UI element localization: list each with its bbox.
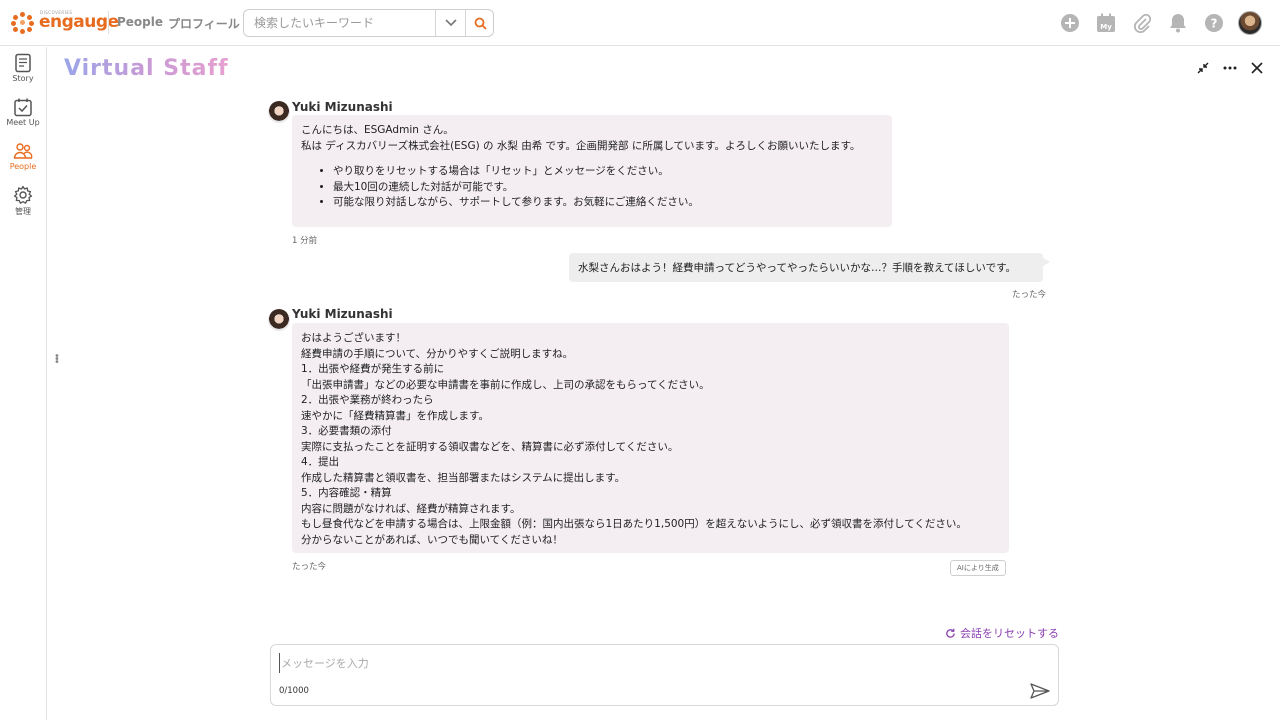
reset-conversation-label: 会話をリセットする bbox=[960, 627, 1059, 640]
header-actions: My ? bbox=[1058, 11, 1262, 35]
message-line: おはようございます！ bbox=[301, 332, 406, 344]
nav-people[interactable]: People bbox=[117, 15, 163, 29]
message-composer: 0/1000 bbox=[270, 644, 1059, 706]
help-button[interactable]: ? bbox=[1202, 11, 1226, 35]
svg-text:My: My bbox=[1100, 23, 1112, 31]
notifications-button[interactable] bbox=[1166, 11, 1190, 35]
header-divider bbox=[108, 11, 109, 34]
message-line: 3．必要書類の添付 bbox=[301, 425, 392, 437]
sidebar-item-label: Story bbox=[12, 74, 34, 83]
ai-generated-badge: AIにより生成 bbox=[950, 560, 1006, 576]
resize-handle[interactable]: • • • bbox=[54, 352, 60, 368]
close-icon bbox=[1251, 62, 1263, 74]
bot-avatar bbox=[268, 101, 290, 123]
message-bullet-list: やり取りをリセットする場合は「リセット」とメッセージをください。 最大10回の連… bbox=[333, 164, 883, 211]
plus-circle-icon bbox=[1061, 14, 1079, 32]
attachments-button[interactable] bbox=[1130, 11, 1154, 35]
message-timestamp: 1 分前 bbox=[292, 236, 318, 246]
sidebar-item-label: 管理 bbox=[15, 207, 31, 216]
bot-message-bubble: こんにちは、ESGAdmin さん。 私は ディスカバリーズ株式会社(ESG) … bbox=[292, 115, 892, 227]
svg-text:?: ? bbox=[1211, 17, 1218, 31]
refresh-icon bbox=[946, 628, 955, 638]
message-sender: Yuki Mizunashi bbox=[292, 100, 393, 114]
top-bar: DISCOVERIES engauge People プロフィール My ? bbox=[0, 0, 1280, 46]
chevron-down-icon bbox=[444, 19, 457, 27]
send-button[interactable] bbox=[1030, 683, 1050, 699]
message-line: 5．内容確認・精算 bbox=[301, 487, 392, 499]
bot-message-bubble: おはようございます！ 経費申請の手順について、分かりやすくご説明しますね。 1．… bbox=[292, 323, 1009, 553]
close-button[interactable] bbox=[1250, 60, 1264, 76]
collapse-icon bbox=[1197, 62, 1209, 74]
message-line: 実際に支払ったことを証明する領収書などを、精算書に必ず添付してください。 bbox=[301, 440, 679, 453]
message-line: 分からないことがあれば、いつでも聞いてくださいね！ bbox=[301, 533, 563, 546]
message-line: 内容に問題がなければ、経費が精算されます。 bbox=[301, 502, 521, 515]
bell-icon bbox=[1170, 14, 1186, 33]
message-sender: Yuki Mizunashi bbox=[292, 307, 393, 321]
message-line: 私は ディスカバリーズ株式会社(ESG) の 水梨 由希 です。企画開発部 に所… bbox=[301, 139, 861, 152]
question-circle-icon: ? bbox=[1205, 14, 1223, 32]
user-message-bubble: 水梨さんおはよう！経費申請ってどうやってやったらいいかな…？手順を教えてほしいで… bbox=[569, 253, 1050, 282]
sidebar: Story Meet Up People 管理 bbox=[0, 47, 47, 720]
sidebar-item-people[interactable]: People bbox=[0, 141, 46, 181]
user-avatar[interactable] bbox=[1238, 11, 1262, 35]
search-input[interactable] bbox=[244, 10, 435, 36]
reset-conversation-button[interactable]: 会話をリセットする bbox=[945, 625, 1059, 641]
list-item: 可能な限り対話しながら、サポートして参ります。お気軽にご連絡ください。 bbox=[333, 195, 883, 211]
message-input[interactable] bbox=[279, 653, 1019, 673]
sidebar-item-label: People bbox=[9, 162, 37, 171]
list-item: 最大10回の連続した対話が可能です。 bbox=[333, 180, 883, 196]
sidebar-item-admin[interactable]: 管理 bbox=[0, 185, 46, 225]
panel-actions bbox=[1196, 60, 1264, 76]
logo-mark-icon bbox=[11, 12, 34, 34]
nav-profile[interactable]: プロフィール bbox=[168, 15, 240, 32]
message-line: 経費申請の手順について、分かりやすくご説明しますね。 bbox=[301, 347, 574, 360]
logo-text: engauge bbox=[39, 12, 119, 32]
message-line: 「出張申請書」などの必要な申請書を事前に作成し、上司の承認をもらってください。 bbox=[301, 378, 710, 391]
message-line: 作成した精算書と領収書を、担当部署またはシステムに提出します。 bbox=[301, 471, 626, 484]
bot-avatar bbox=[268, 309, 290, 331]
gear-icon bbox=[13, 185, 33, 204]
message-line: 1．出張や経費が発生する前に bbox=[301, 363, 445, 375]
paperclip-icon bbox=[1133, 13, 1152, 33]
message-line: 4．提出 bbox=[301, 456, 340, 468]
people-icon bbox=[13, 143, 33, 159]
sidebar-item-meetup[interactable]: Meet Up bbox=[0, 97, 46, 137]
message-line: 2．出張や業務が終わったら bbox=[301, 394, 434, 406]
calendar-check-icon bbox=[14, 98, 32, 117]
more-horizontal-icon bbox=[1223, 66, 1237, 70]
search-box bbox=[243, 9, 494, 37]
sidebar-item-label: Meet Up bbox=[6, 118, 40, 127]
my-calendar-icon: My bbox=[1097, 13, 1115, 32]
my-calendar-button[interactable]: My bbox=[1094, 11, 1118, 35]
message-line: もし昼食代などを申請する場合は、上限金額（例：国内出張なら1日あたり1,500円… bbox=[301, 518, 967, 530]
message-timestamp: たった今 bbox=[1012, 290, 1047, 300]
collapse-button[interactable] bbox=[1196, 60, 1210, 76]
more-options-button[interactable] bbox=[1223, 60, 1237, 76]
send-icon bbox=[1030, 683, 1050, 699]
message-timestamp: たった今 bbox=[292, 562, 327, 572]
search-submit-button[interactable] bbox=[466, 10, 495, 36]
list-item: やり取りをリセットする場合は「リセット」とメッセージをください。 bbox=[333, 164, 883, 180]
search-dropdown-button[interactable] bbox=[436, 10, 465, 36]
app-logo[interactable] bbox=[11, 10, 34, 36]
sidebar-item-story[interactable]: Story bbox=[0, 53, 46, 93]
message-line: こんにちは、ESGAdmin さん。 bbox=[301, 124, 454, 136]
page-title: Virtual Staff bbox=[64, 56, 229, 81]
story-icon bbox=[15, 53, 31, 73]
character-counter: 0/1000 bbox=[279, 686, 309, 696]
add-button[interactable] bbox=[1058, 11, 1082, 35]
message-line: 速やかに「経費精算書」を作成します。 bbox=[301, 409, 489, 422]
search-icon bbox=[474, 17, 487, 30]
